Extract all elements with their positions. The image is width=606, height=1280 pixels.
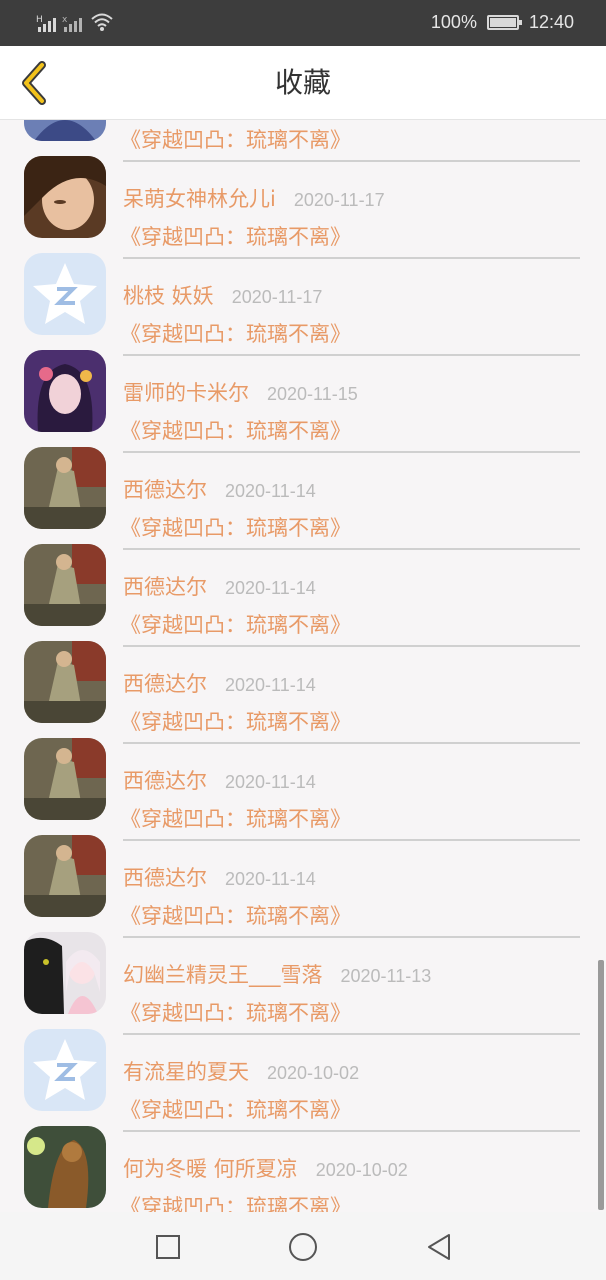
signal-tag: x: [62, 15, 68, 25]
list-item[interactable]: 幻幽兰精灵王___雪落 2020-11-13 《穿越凹凸：琉璃不离》: [0, 917, 606, 1035]
clock: 12:40: [528, 12, 574, 32]
battery-percent: 100%: [430, 12, 477, 32]
avatar[interactable]: [24, 738, 106, 820]
nav-back-button[interactable]: [424, 1232, 454, 1262]
item-header: 何为冬暖 何所夏凉 2020-10-02: [123, 1153, 408, 1183]
item-date: 2020-10-02: [267, 1063, 360, 1083]
user-name[interactable]: 呆萌女神林允儿i: [123, 183, 276, 213]
avatar[interactable]: [24, 350, 106, 432]
item-header: 西德达尔 2020-11-14: [123, 862, 316, 892]
wifi-icon: [90, 12, 114, 32]
avatar[interactable]: [24, 641, 106, 723]
avatar[interactable]: [24, 447, 106, 529]
list-item[interactable]: 何为冬暖 何所夏凉 2020-10-02 《穿越凹凸：琉璃不离》: [0, 1111, 606, 1212]
item-header: 桃枝 妖妖 2020-11-17: [123, 280, 322, 310]
item-header: 有流星的夏天 2020-10-02: [123, 1056, 359, 1086]
item-date: 2020-11-13: [340, 966, 432, 986]
list-item[interactable]: 西德达尔 2020-11-14 《穿越凹凸：琉璃不离》: [0, 432, 606, 550]
square-icon: [156, 1235, 180, 1259]
avatar[interactable]: [24, 253, 106, 335]
user-name[interactable]: 西德达尔: [123, 474, 207, 504]
signal-icon: H: [36, 15, 56, 32]
list-item[interactable]: 呆萌女神林允儿i 2020-11-17 《穿越凹凸：琉璃不离》: [0, 141, 606, 259]
triangle-back-icon: [428, 1234, 450, 1260]
user-name[interactable]: 西德达尔: [123, 571, 207, 601]
avatar[interactable]: [24, 120, 106, 141]
item-header: 雷师的卡米尔 2020-11-15: [123, 377, 358, 407]
signal-icon: x: [62, 15, 82, 32]
item-date: 2020-10-02: [315, 1160, 408, 1180]
item-date: 2020-11-14: [225, 675, 316, 695]
user-name[interactable]: 幻幽兰精灵王___雪落: [123, 959, 323, 989]
user-name[interactable]: 西德达尔: [123, 765, 207, 795]
avatar[interactable]: [24, 156, 106, 238]
status-left: H x: [36, 12, 114, 32]
item-header: 西德达尔 2020-11-14: [123, 765, 316, 795]
list-item[interactable]: 雷师的卡米尔 2020-11-15 《穿越凹凸：琉璃不离》: [0, 335, 606, 453]
title-bar: 收藏: [0, 46, 606, 120]
list-item[interactable]: 《穿越凹凸：琉璃不离》: [0, 120, 606, 162]
circle-icon: [289, 1233, 317, 1261]
default-star-avatar-icon: [24, 1029, 106, 1111]
list-item[interactable]: 西德达尔 2020-11-14 《穿越凹凸：琉璃不离》: [0, 626, 606, 744]
avatar[interactable]: [24, 835, 106, 917]
avatar[interactable]: [24, 932, 106, 1014]
list-item[interactable]: 有流星的夏天 2020-10-02 《穿越凹凸：琉璃不离》: [0, 1014, 606, 1132]
system-nav-bar: [0, 1212, 606, 1280]
item-date: 2020-11-14: [225, 869, 316, 889]
recents-button[interactable]: [153, 1232, 183, 1262]
avatar[interactable]: [24, 544, 106, 626]
user-name[interactable]: 西德达尔: [123, 862, 207, 892]
item-date: 2020-11-17: [231, 287, 323, 307]
status-bar: H x 100% 12:40: [0, 0, 606, 46]
item-date: 2020-11-14: [225, 772, 316, 792]
list-item[interactable]: 西德达尔 2020-11-14 《穿越凹凸：琉璃不离》: [0, 723, 606, 841]
item-header: 西德达尔 2020-11-14: [123, 571, 316, 601]
page-title: 收藏: [274, 66, 331, 99]
list-item[interactable]: 西德达尔 2020-11-14 《穿越凹凸：琉璃不离》: [0, 820, 606, 938]
user-name[interactable]: 有流星的夏天: [123, 1056, 249, 1086]
item-date: 2020-11-14: [225, 481, 316, 501]
item-header: 幻幽兰精灵王___雪落 2020-11-13: [123, 959, 431, 989]
item-header: 呆萌女神林允儿i 2020-11-17: [123, 183, 385, 213]
book-title[interactable]: 《穿越凹凸：琉璃不离》: [120, 1191, 351, 1212]
item-header: 西德达尔 2020-11-14: [123, 668, 316, 698]
item-date: 2020-11-14: [225, 578, 316, 598]
user-name[interactable]: 雷师的卡米尔: [123, 377, 249, 407]
scrollbar[interactable]: [598, 960, 604, 1210]
item-date: 2020-11-17: [293, 190, 385, 210]
item-header: 西德达尔 2020-11-14: [123, 474, 316, 504]
user-name[interactable]: 西德达尔: [123, 668, 207, 698]
signal-tag: H: [36, 15, 43, 25]
item-date: 2020-11-15: [267, 384, 358, 404]
user-name[interactable]: 何为冬暖 何所夏凉: [123, 1153, 298, 1183]
avatar[interactable]: [24, 1126, 106, 1208]
list-item[interactable]: 西德达尔 2020-11-14 《穿越凹凸：琉璃不离》: [0, 529, 606, 647]
default-star-avatar-icon: [24, 253, 106, 335]
list-item[interactable]: 桃枝 妖妖 2020-11-17 《穿越凹凸：琉璃不离》: [0, 238, 606, 356]
battery-icon: [486, 15, 522, 30]
home-button[interactable]: [288, 1232, 318, 1262]
favorites-list[interactable]: 《穿越凹凸：琉璃不离》 呆萌女神林允儿i 2020-11-17 《穿越凹凸：琉璃…: [0, 120, 606, 1212]
status-right: 100% 12:40: [431, 12, 574, 33]
user-name[interactable]: 桃枝 妖妖: [123, 280, 214, 310]
avatar[interactable]: [24, 1029, 106, 1111]
